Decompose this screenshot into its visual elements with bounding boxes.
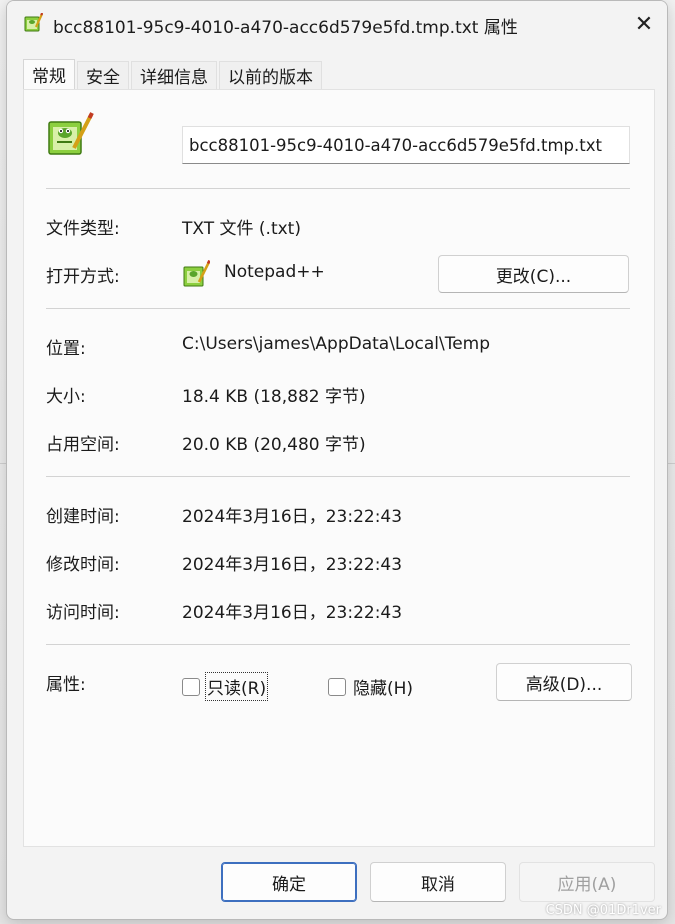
attributes-label: 属性: (46, 675, 86, 695)
hidden-checkbox-box[interactable] (328, 677, 346, 696)
modified-label: 修改时间: (46, 555, 120, 575)
apply-button-label: 应用(A) (557, 874, 617, 895)
size-value: 18.4 KB (18,882 字节) (182, 387, 366, 407)
readonly-checkbox-box[interactable] (182, 677, 200, 696)
divider (46, 188, 630, 189)
divider (46, 308, 630, 309)
divider (46, 644, 630, 645)
size-label: 大小: (46, 387, 86, 407)
tab-previous-versions[interactable]: 以前的版本 (219, 61, 322, 89)
properties-dialog: bcc88101-95c9-4010-a470-acc6d579e5fd.tmp… (6, 0, 668, 920)
readonly-checkbox[interactable]: 只读(R) (182, 672, 269, 701)
accessed-label: 访问时间: (46, 603, 120, 623)
tab-security[interactable]: 安全 (77, 61, 129, 89)
window-title: bcc88101-95c9-4010-a470-acc6d579e5fd.tmp… (53, 18, 518, 38)
watermark: CSDN @01Dr1ver (545, 903, 661, 918)
modified-value: 2024年3月16日，23:22:43 (182, 555, 403, 575)
divider (46, 476, 630, 477)
accessed-value: 2024年3月16日，23:22:43 (182, 603, 403, 623)
created-label: 创建时间: (46, 507, 120, 527)
apply-button: 应用(A) (519, 862, 655, 902)
notepad-plus-plus-icon (24, 13, 43, 32)
close-icon: ✕ (634, 11, 654, 37)
general-tab-panel: 文件类型: TXT 文件 (.txt) 打开方式: Notepad++ 更改(C… (23, 89, 655, 847)
ok-button-label: 确定 (272, 874, 306, 895)
advanced-button-label: 高级(D)... (525, 674, 603, 695)
change-button-label: 更改(C)... (495, 266, 572, 287)
ok-button[interactable]: 确定 (221, 862, 357, 902)
filename-field[interactable] (182, 126, 630, 164)
change-button[interactable]: 更改(C)... (438, 255, 629, 293)
tab-strip: 常规 安全 详细信息 以前的版本 (23, 59, 324, 90)
notepad-plus-plus-icon (183, 260, 210, 287)
location-value: C:\Users\james\AppData\Local\Temp (182, 334, 491, 354)
title-bar[interactable]: bcc88101-95c9-4010-a470-acc6d579e5fd.tmp… (7, 1, 667, 47)
file-type-value: TXT 文件 (.txt) (182, 219, 301, 239)
location-label: 位置: (46, 339, 86, 359)
advanced-button[interactable]: 高级(D)... (496, 663, 632, 701)
tab-general[interactable]: 常规 (23, 59, 75, 89)
open-with-label: 打开方式: (46, 267, 120, 287)
created-value: 2024年3月16日，23:22:43 (182, 507, 403, 527)
open-with-value: Notepad++ (224, 262, 325, 282)
readonly-checkbox-label: 只读(R) (204, 672, 269, 701)
notepad-plus-plus-icon (48, 112, 94, 155)
size-on-disk-value: 20.0 KB (20,480 字节) (182, 435, 366, 455)
cancel-button[interactable]: 取消 (370, 862, 506, 902)
cancel-button-label: 取消 (421, 874, 455, 895)
tab-details[interactable]: 详细信息 (131, 61, 217, 89)
hidden-checkbox-label: 隐藏(H) (353, 679, 414, 699)
size-on-disk-label: 占用空间: (46, 435, 120, 455)
hidden-checkbox[interactable]: 隐藏(H) (328, 674, 413, 699)
close-button[interactable]: ✕ (621, 1, 667, 47)
file-type-label: 文件类型: (46, 219, 120, 239)
